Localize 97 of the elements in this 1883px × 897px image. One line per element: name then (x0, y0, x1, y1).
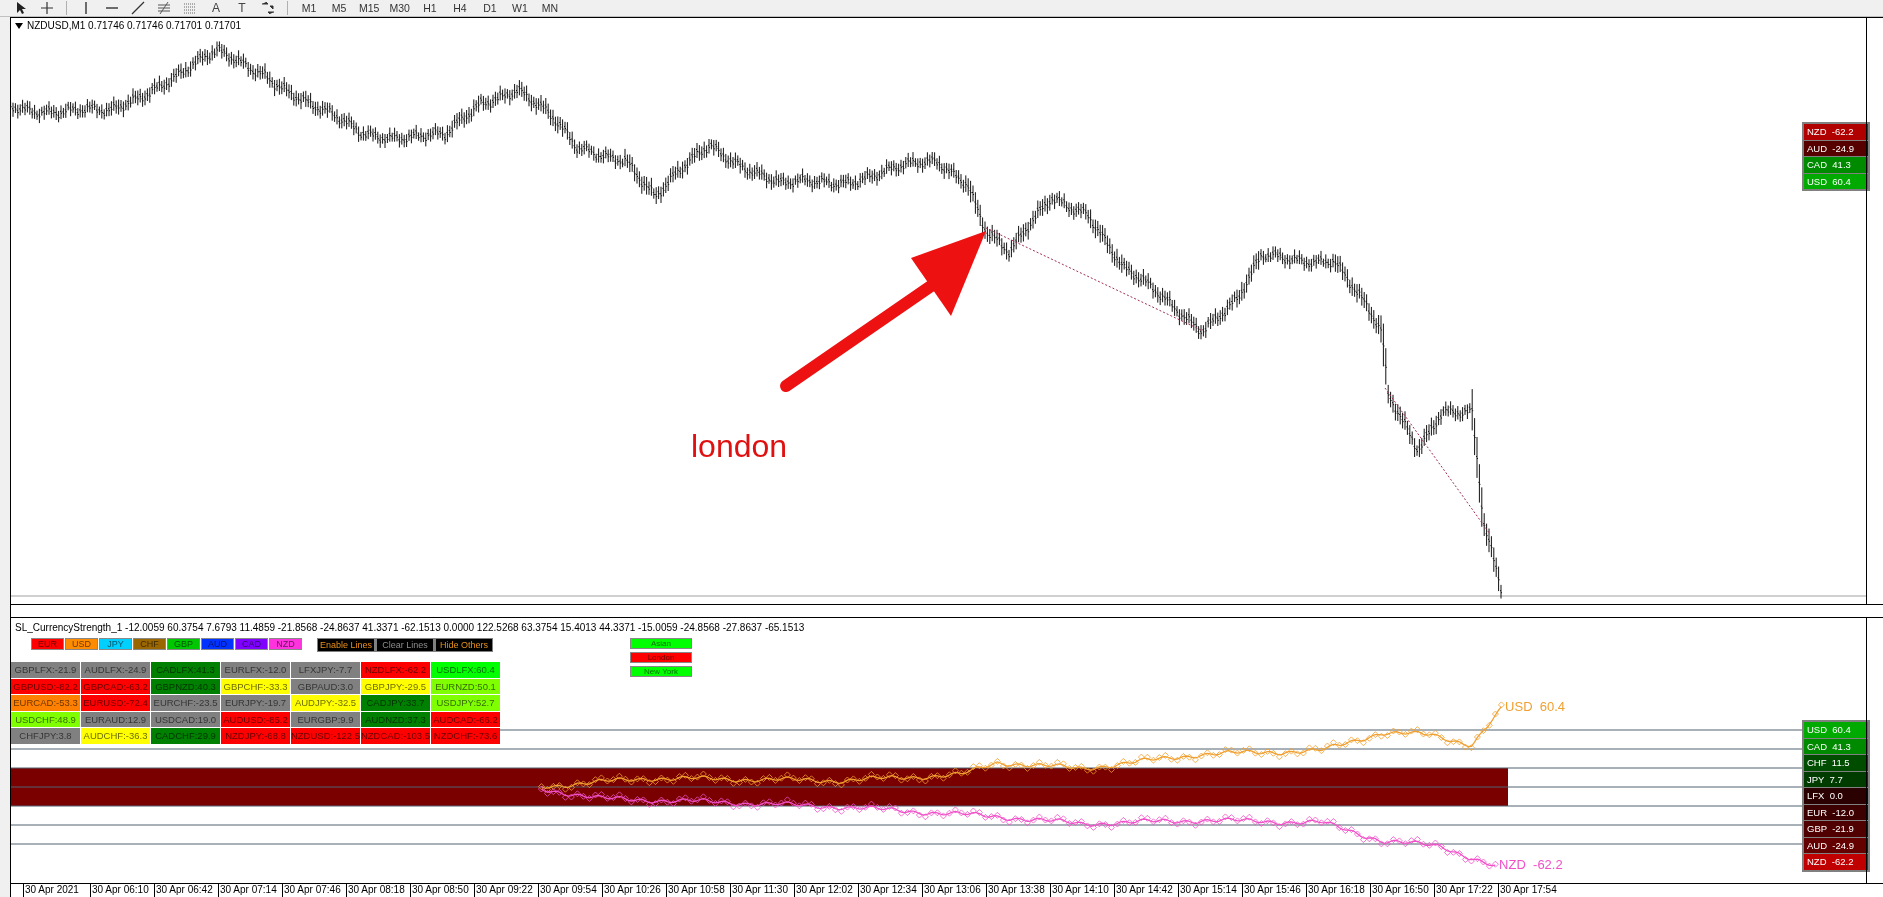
pair-cell: GBPJPY:-29.5 (361, 678, 430, 694)
pair-cell: EURCAD:-53.3 (11, 695, 80, 711)
time-label: 30 Apr 07:46 (282, 884, 346, 897)
time-label: 30 Apr 17:22 (1434, 884, 1498, 897)
pair-cell: NZDCAD:-103.5 (361, 728, 430, 744)
strength-row: JPY 7.7 (1804, 771, 1868, 787)
collapse-icon[interactable] (15, 22, 23, 29)
currency-button[interactable]: JPY (99, 638, 132, 650)
currency-button[interactable]: NZD (269, 638, 302, 650)
timeframe-button[interactable]: H4 (446, 0, 473, 16)
time-label: 30 Apr 10:58 (666, 884, 730, 897)
timeframe-button[interactable]: M30 (386, 0, 413, 16)
pair-cell: EURAUD:12.9 (81, 711, 150, 727)
strength-row: CAD 41.3 (1804, 738, 1868, 754)
time-label: 30 Apr 17:54 (1498, 884, 1562, 897)
strength-row: EUR -12.0 (1804, 804, 1868, 820)
strength-row: CAD 41.3 (1804, 157, 1868, 173)
pair-cell: AUDLFX:-24.9 (81, 662, 150, 678)
pair-cell: EURUSD:-72.4 (81, 695, 150, 711)
pair-cell: USDCHF:48.9 (11, 711, 80, 727)
strength-row: AUD -24.9 (1804, 140, 1868, 156)
pair-cell: GBPUSD:-82.2 (11, 678, 80, 694)
strength-row: NZD -62.2 (1804, 124, 1868, 140)
pair-cell: NZDCHF:-73.6 (431, 728, 500, 744)
timeframe-button[interactable]: M5 (326, 0, 352, 16)
pair-cell: NZDLFX:-62.2 (361, 662, 430, 678)
line-button[interactable]: Enable Lines (318, 639, 374, 651)
strength-row: LFX 0.0 (1804, 788, 1868, 804)
strength-row: USD 60.4 (1804, 722, 1868, 738)
pair-cell: LFXJPY:-7.7 (291, 662, 360, 678)
chart-title: NZDUSD,M1 0.71746 0.71746 0.71701 0.71701 (27, 20, 242, 31)
pair-cell: AUDNZD:37.3 (361, 711, 430, 727)
time-label: 30 Apr 14:42 (1114, 884, 1178, 897)
time-label: 30 Apr 08:50 (410, 884, 474, 897)
currency-button[interactable]: GBP (167, 638, 200, 650)
session-button[interactable]: Asian (630, 638, 692, 649)
time-label: 30 Apr 08:18 (346, 884, 410, 897)
pair-cell: CHFJPY:3.8 (11, 728, 80, 744)
line-button[interactable]: Hide Others (436, 639, 492, 651)
pair-cell: USDLFX:60.4 (431, 662, 500, 678)
timeframe-button[interactable]: M1 (296, 0, 322, 16)
pair-cell: GBPCAD:-63.2 (81, 678, 150, 694)
time-label: 30 Apr 06:10 (90, 884, 154, 897)
pair-cell: EURNZD:50.1 (431, 678, 500, 694)
strength-row: AUD -24.9 (1804, 837, 1868, 853)
indicator-header: SL_CurrencyStrength_1 -12.0059 60.3754 7.6793 11.4859 -21.8568 -24.8637 41.3371 -62.1513 0.0000 122.5268 63.3754 15.4013 44.3371 -15.0059 -24.8568 -27.8637 -65.1513 (15, 622, 805, 633)
pair-cell: GBPNZD:40.3 (151, 678, 220, 694)
pair-cell: AUDUSD:-85.2 (221, 711, 290, 727)
time-label: 30 Apr 16:18 (1306, 884, 1370, 897)
pair-cell: AUDJPY:-32.5 (291, 695, 360, 711)
time-label: 30 Apr 16:50 (1370, 884, 1434, 897)
timeframe-button[interactable]: MN (536, 0, 563, 16)
pair-cell: AUDCAD:-66.2 (431, 711, 500, 727)
session-button[interactable]: New York (630, 666, 692, 677)
time-label: 30 Apr 11:30 (730, 884, 794, 897)
time-label: 30 Apr 09:54 (538, 884, 602, 897)
time-label: 30 Apr 07:14 (218, 884, 282, 897)
time-label: 30 Apr 12:34 (858, 884, 922, 897)
timeframe-button[interactable]: D1 (476, 0, 503, 16)
currency-button[interactable]: USD (65, 638, 98, 650)
pair-cell: NZDJPY:-68.8 (221, 728, 290, 744)
text-tool[interactable]: A (205, 0, 227, 16)
time-label: 30 Apr 06:42 (154, 884, 218, 897)
annotation-text: london (691, 428, 788, 465)
pair-cell: NZDUSD:-122.5 (291, 728, 360, 744)
pair-cell: GBPAUD:3.0 (291, 678, 360, 694)
time-label: 30 Apr 15:46 (1242, 884, 1306, 897)
time-label: 30 Apr 10:26 (602, 884, 666, 897)
pair-cell: CADCHF:29.9 (151, 728, 220, 744)
pair-cell: AUDCHF:-36.3 (81, 728, 150, 744)
pair-cell: CADJPY:33.7 (361, 695, 430, 711)
timeframe-button[interactable]: W1 (506, 0, 533, 16)
label-tool[interactable]: T (231, 0, 253, 16)
time-label: 30 Apr 09:22 (474, 884, 538, 897)
time-label: 30 Apr 13:06 (922, 884, 986, 897)
pair-cell: EURLFX:-12.0 (221, 662, 290, 678)
time-label: 30 Apr 15:14 (1178, 884, 1242, 897)
time-label: 30 Apr 13:38 (986, 884, 1050, 897)
time-label: 30 Apr 12:02 (794, 884, 858, 897)
strength-label: USD 60.4 (1505, 698, 1566, 714)
strength-row: NZD -62.2 (1804, 854, 1868, 870)
strength-row: USD 60.4 (1804, 173, 1868, 189)
timeframe-button[interactable]: H1 (416, 0, 443, 16)
pair-cell: CADLFX:41.3 (151, 662, 220, 678)
pair-cell: EURGBP:9.9 (291, 711, 360, 727)
pair-cell: USDJPY:52.7 (431, 695, 500, 711)
timeframe-button[interactable]: M15 (356, 0, 383, 16)
pair-cell: GBPLFX:-21.9 (11, 662, 80, 678)
time-label: 30 Apr 14:10 (1050, 884, 1114, 897)
pair-cell: USDCAD:19.0 (151, 711, 220, 727)
pair-cell: EURJPY:-19.7 (221, 695, 290, 711)
pair-cell: GBPCHF:-33.3 (221, 678, 290, 694)
time-label: 30 Apr 2021 (23, 884, 90, 897)
pair-cell: EURCHF:-23.5 (151, 695, 220, 711)
strength-row: GBP -21.9 (1804, 821, 1868, 837)
strength-label: NZD -62.2 (1499, 857, 1563, 873)
strength-row: CHF 11.5 (1804, 755, 1868, 771)
